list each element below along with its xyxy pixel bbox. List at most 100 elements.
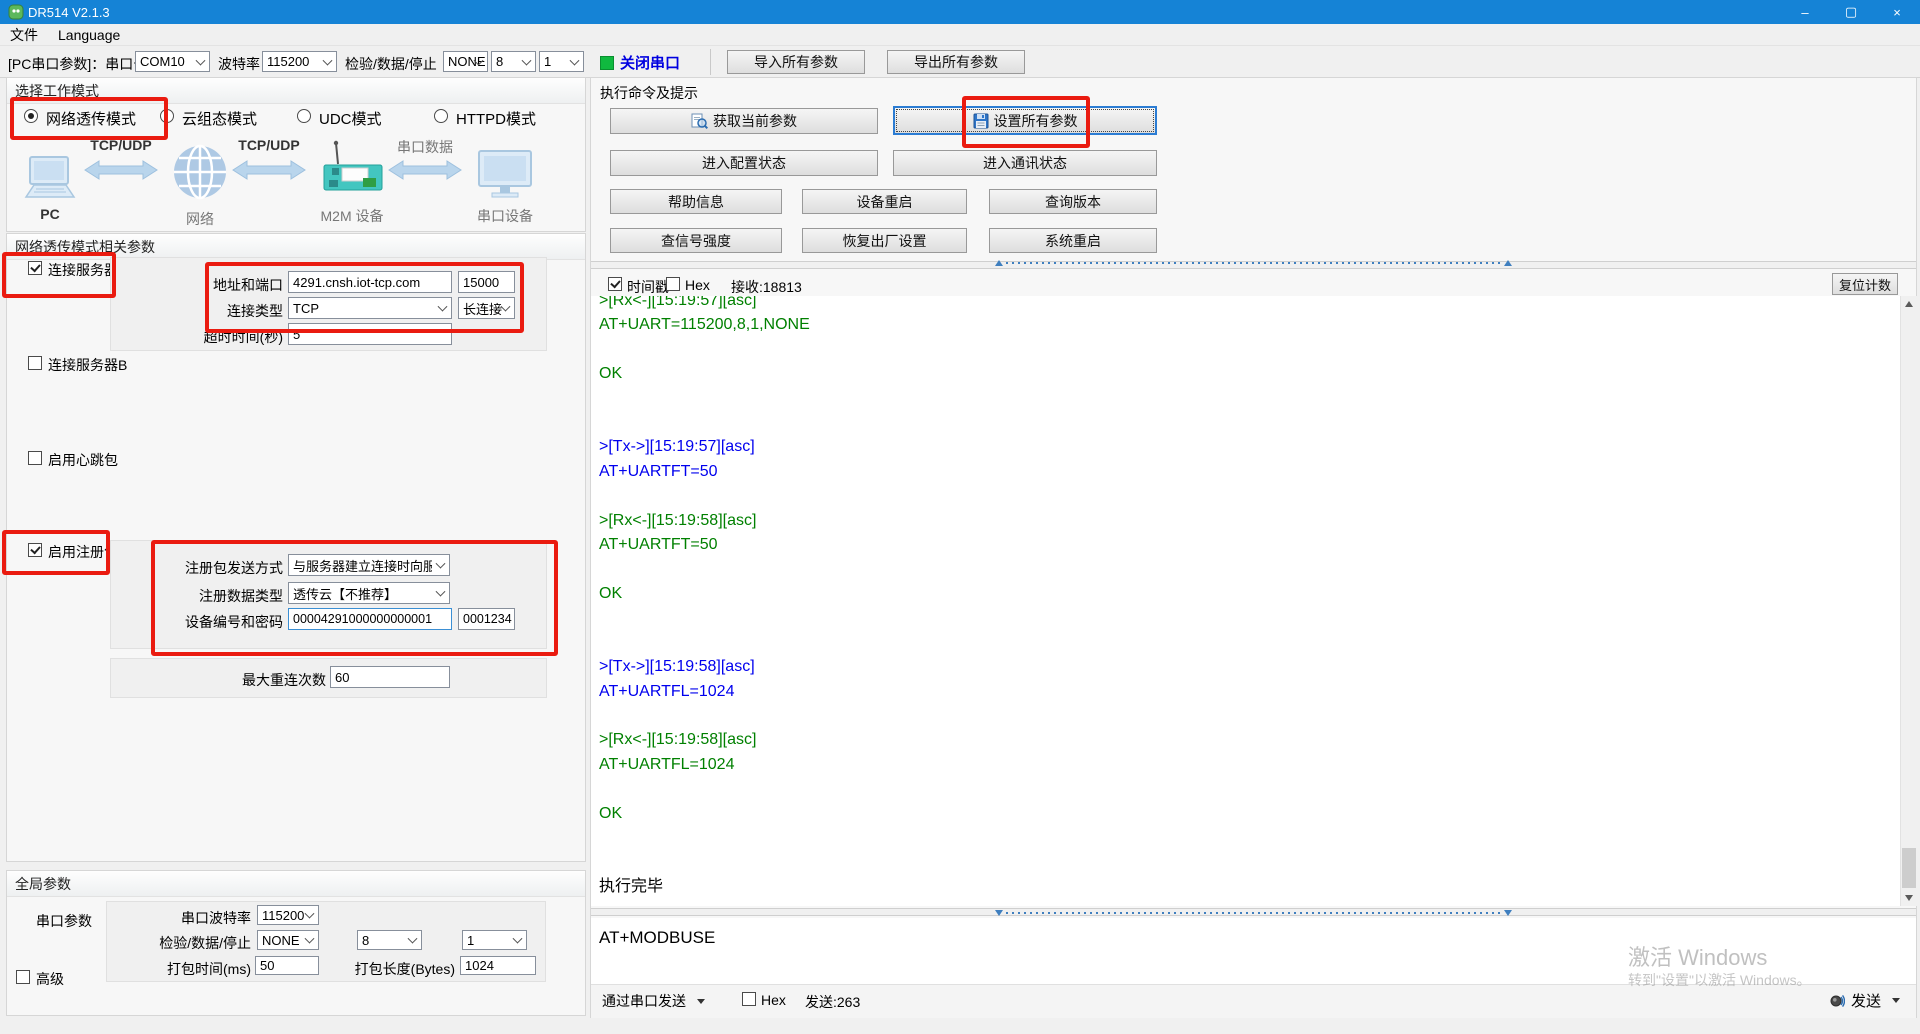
- dropdown-arrow-icon: [1892, 998, 1900, 1003]
- import-all-button[interactable]: 导入所有参数: [727, 50, 865, 74]
- log-hex-checkbox[interactable]: [666, 277, 680, 291]
- parity-select[interactable]: NONE: [443, 51, 488, 72]
- device-id-input[interactable]: 00004291000000000001: [288, 608, 452, 630]
- triangle-up-icon: [1504, 260, 1512, 266]
- splitter-handle[interactable]: [995, 909, 1512, 917]
- chevron-down-icon: [436, 559, 446, 569]
- recv-count: 接收:18813: [731, 277, 802, 297]
- register-checkbox[interactable]: [28, 543, 42, 557]
- device-reboot-button[interactable]: 设备重启: [802, 189, 967, 214]
- chevron-down-icon: [438, 302, 448, 312]
- device-id-label: 设备编号和密码: [115, 612, 283, 632]
- radio-cloud-config[interactable]: [160, 109, 174, 123]
- get-params-button[interactable]: 获取当前参数: [610, 108, 878, 134]
- reconnect-input[interactable]: 60: [330, 666, 450, 688]
- send-icon: [1830, 994, 1845, 1008]
- timeout-input[interactable]: 5: [288, 323, 452, 345]
- radio-net-passthrough[interactable]: [24, 109, 38, 123]
- heartbeat-label[interactable]: 启用心跳包: [48, 450, 118, 470]
- activate-windows-watermark-sub: 转到"设置"以激活 Windows。: [1628, 970, 1811, 990]
- chevron-down-icon: [513, 934, 523, 944]
- server-b-checkbox[interactable]: [28, 356, 42, 370]
- timestamp-label[interactable]: 时间戳: [627, 277, 669, 297]
- timestamp-checkbox[interactable]: [608, 277, 622, 291]
- export-all-button[interactable]: 导出所有参数: [887, 50, 1025, 74]
- query-version-button[interactable]: 查询版本: [989, 189, 1157, 214]
- log-line: 执行完毕: [599, 875, 1900, 899]
- log-scrollbar[interactable]: [1900, 296, 1917, 906]
- enter-comm-button[interactable]: 进入通讯状态: [893, 150, 1157, 176]
- send-via-serial-button[interactable]: 通过串口发送: [602, 991, 705, 1011]
- serial-baud-select[interactable]: 115200: [257, 905, 319, 925]
- pack-time-input[interactable]: 50: [255, 956, 319, 975]
- send-button[interactable]: 发送: [1830, 990, 1900, 1011]
- menu-file[interactable]: 文件: [0, 24, 48, 45]
- app-window: DR514 V2.1.3 – ▢ × 文件 Language [PC串口参数]：…: [0, 0, 1920, 1034]
- toolbar: [PC串口参数]：串口号 COM10 波特率 115200 检验/数据/停止 N…: [0, 46, 1920, 78]
- query-signal-button[interactable]: 查信号强度: [610, 228, 782, 253]
- serial-parity-select[interactable]: NONE: [257, 930, 319, 950]
- server-port-input[interactable]: 15000: [458, 271, 515, 293]
- splitter-handle[interactable]: [995, 259, 1512, 267]
- log-line: >[Rx<-][15:19:58][asc]: [599, 728, 1900, 752]
- serial-databits-select[interactable]: 8: [357, 930, 422, 950]
- scrollbar-thumb[interactable]: [1902, 848, 1916, 888]
- menu-language[interactable]: Language: [48, 24, 130, 45]
- serial-baud-label: 串口波特率: [131, 908, 251, 928]
- radio-udc-mode-label[interactable]: UDC模式: [319, 108, 382, 129]
- minimize-button[interactable]: –: [1782, 0, 1828, 24]
- close-port-button[interactable]: 关闭串口: [600, 52, 680, 73]
- triangle-down-icon: [995, 910, 1003, 916]
- baud-select[interactable]: 115200: [262, 51, 337, 72]
- reg-type-select[interactable]: 透传云【不推荐】: [288, 582, 450, 604]
- server-a-checkbox[interactable]: [28, 261, 42, 275]
- log-line: AT+UARTFT=50: [599, 533, 1900, 557]
- radio-net-passthrough-label[interactable]: 网络透传模式: [46, 108, 136, 129]
- port-open-icon: [600, 56, 614, 70]
- system-reboot-button[interactable]: 系统重启: [989, 228, 1157, 253]
- log-hex-label[interactable]: Hex: [685, 277, 710, 293]
- register-label[interactable]: 启用注册包: [48, 542, 118, 562]
- reset-count-button[interactable]: 复位计数: [1832, 273, 1898, 295]
- close-button[interactable]: ×: [1874, 0, 1920, 24]
- scroll-up-icon[interactable]: [1901, 296, 1917, 312]
- chevron-down-icon: [196, 55, 206, 65]
- stopbits-select[interactable]: 1: [539, 51, 584, 72]
- advanced-label[interactable]: 高级: [36, 969, 64, 989]
- radio-cloud-config-label[interactable]: 云组态模式: [182, 108, 257, 129]
- factory-reset-button[interactable]: 恢复出厂设置: [802, 228, 967, 253]
- set-params-button[interactable]: 设置所有参数: [893, 106, 1157, 135]
- sent-count: 发送:263: [805, 992, 860, 1012]
- scroll-down-icon[interactable]: [1901, 890, 1917, 906]
- log-line: >[Rx<-][15:19:57][asc]: [599, 296, 1900, 313]
- send-hex-checkbox[interactable]: [742, 992, 756, 1006]
- radio-httpd-mode[interactable]: [434, 109, 448, 123]
- pack-len-input[interactable]: 1024: [460, 956, 536, 975]
- enter-config-button[interactable]: 进入配置状态: [610, 150, 878, 176]
- timeout-label: 超时时间(秒): [115, 327, 283, 347]
- save-icon: [973, 113, 989, 129]
- device-password-input[interactable]: 0001234: [458, 608, 515, 630]
- conn-type-select[interactable]: TCP: [288, 297, 452, 319]
- log-lines: >[Rx<-][15:19:57][asc]AT+UART=115200,8,1…: [599, 296, 1900, 899]
- serial-stopbits-select[interactable]: 1: [462, 930, 527, 950]
- pack-len-label: 打包长度(Bytes): [335, 959, 455, 979]
- server-b-label[interactable]: 连接服务器B: [48, 355, 127, 375]
- pc-node-label: PC: [24, 206, 76, 222]
- heartbeat-checkbox[interactable]: [28, 451, 42, 465]
- log-area[interactable]: >[Rx<-][15:19:57][asc]AT+UART=115200,8,1…: [591, 296, 1900, 906]
- maximize-button[interactable]: ▢: [1828, 0, 1874, 24]
- help-button[interactable]: 帮助信息: [610, 189, 782, 214]
- reg-mode-select[interactable]: 与服务器建立连接时向服务: [288, 554, 450, 576]
- send-hex-label[interactable]: Hex: [761, 992, 786, 1008]
- server-address-input[interactable]: 4291.cnsh.iot-tcp.com: [288, 271, 452, 293]
- radio-udc-mode[interactable]: [297, 109, 311, 123]
- radio-httpd-mode-label[interactable]: HTTPD模式: [456, 108, 536, 129]
- keepalive-select[interactable]: 长连接: [458, 297, 515, 319]
- com-port-select[interactable]: COM10: [135, 51, 210, 72]
- log-line: [599, 606, 1900, 630]
- log-line: [599, 387, 1900, 411]
- databits-select[interactable]: 8: [491, 51, 536, 72]
- advanced-checkbox[interactable]: [16, 970, 30, 984]
- baud-label: 波特率: [218, 54, 260, 74]
